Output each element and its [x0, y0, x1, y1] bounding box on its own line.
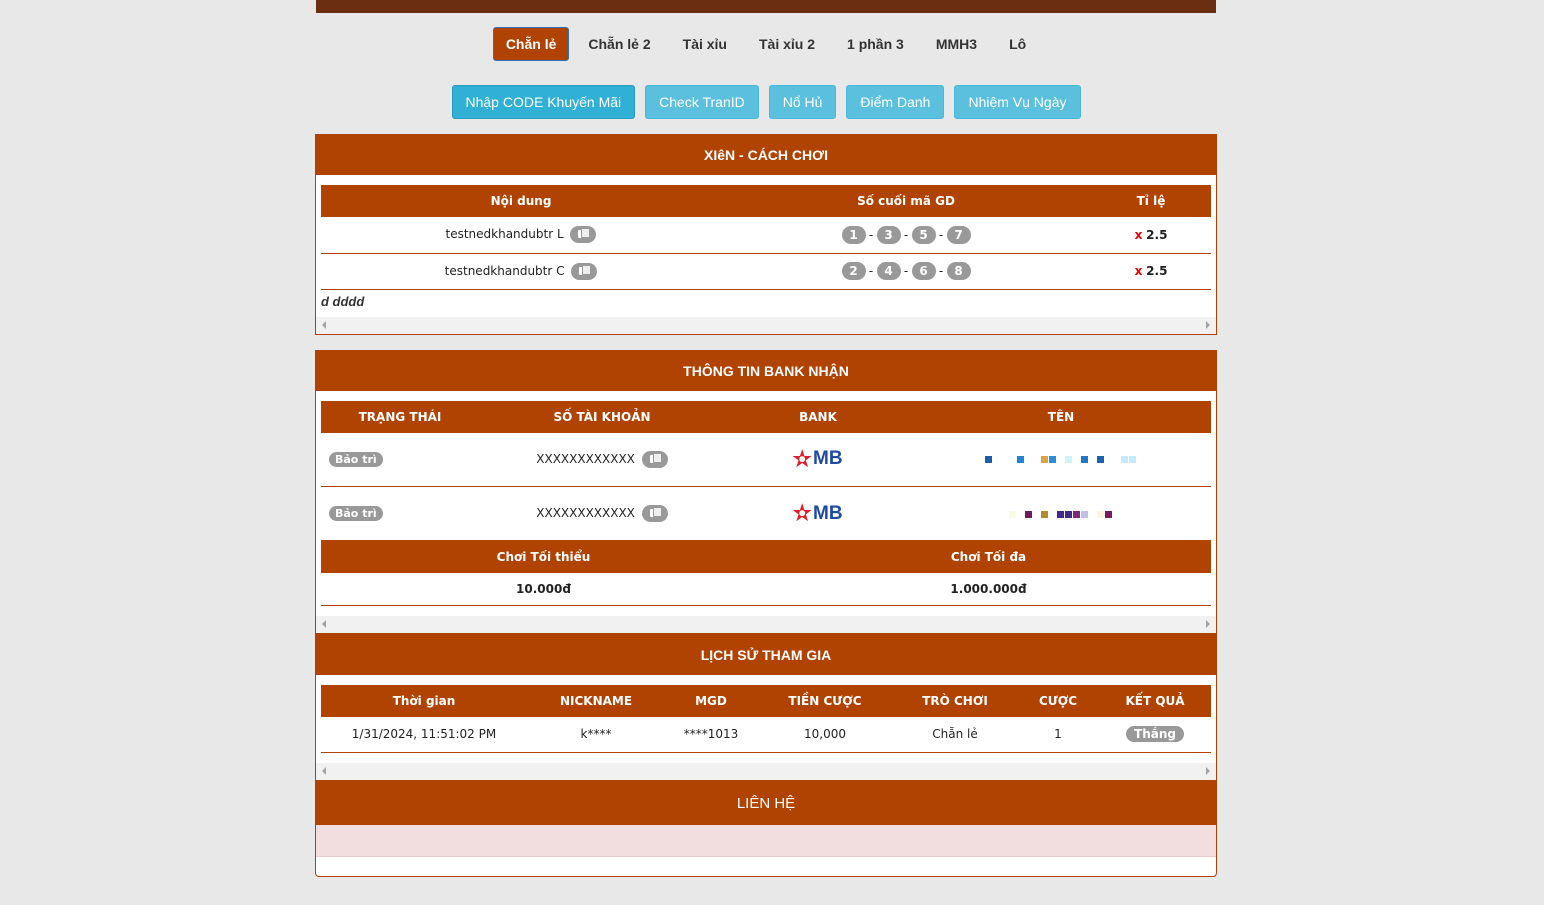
history-time: 1/31/2024, 11:51:02 PM: [321, 716, 527, 753]
check-tranid-button[interactable]: Check TranID: [645, 85, 759, 119]
xien-title: XIêN - CÁCH CHƠI: [316, 135, 1216, 175]
account-number: XXXXXXXXXXXX: [536, 506, 635, 520]
contact-title: LIÊN HỆ: [316, 782, 1216, 825]
xien-note: d dddd: [321, 293, 365, 309]
digit-ball: 5: [911, 225, 936, 244]
table-row: testnedkhandubtr C 2-4-6-8 x 2.5: [321, 253, 1211, 290]
rate-value: 2.5: [1146, 227, 1168, 242]
table-row: Bảo trì XXXXXXXXXXXX ✫ MB: [321, 432, 1211, 487]
digit-ball: 7: [946, 225, 971, 244]
xien-panel: XIêN - CÁCH CHƠI Nội dung Số cuối mã GD …: [315, 134, 1217, 335]
header-amount: TIỀN CƯỢC: [757, 684, 893, 717]
header-bank: BANK: [725, 400, 911, 433]
history-amount: 10,000: [757, 716, 893, 753]
digit-ball: 8: [946, 262, 971, 280]
history-panel: LỊCH SỬ THAM GIA Thời gian NICKNAME MGD …: [315, 633, 1217, 781]
tab-mmh3[interactable]: MMH3: [923, 27, 990, 61]
jackpot-button[interactable]: Nổ Hủ: [768, 85, 837, 119]
multiply-sign: x: [1134, 227, 1143, 242]
header-mgd: MGD: [665, 684, 757, 717]
min-bet-value: 10.000đ: [321, 573, 766, 606]
status-badge: Bảo trì: [329, 451, 383, 467]
max-bet-value: 1.000.000đ: [766, 573, 1211, 606]
tab-chan-le-2[interactable]: Chẵn lẻ 2: [575, 27, 663, 61]
horizontal-scrollbar[interactable]: [316, 316, 1216, 334]
tab-tai-xiu[interactable]: Tài xỉu: [670, 27, 740, 61]
result-badge: Thắng: [1126, 726, 1184, 743]
digit-ball: 3: [876, 225, 901, 244]
table-row: 1/31/2024, 11:51:02 PM k**** ****1013 10…: [321, 716, 1211, 753]
mb-bank-logo: ✫ MB: [793, 447, 843, 471]
status-badge: Bảo trì: [329, 506, 383, 521]
header-rate: Tỉ lệ: [1091, 185, 1211, 217]
top-bar: [316, 0, 1216, 13]
table-row: testnedkhandubtr L 1-3-5-7 x 2.5: [321, 217, 1211, 254]
header-max-bet: Chơi Tối đa: [766, 541, 1211, 573]
contact-alert: [316, 825, 1216, 857]
table-row: Bảo trì XXXXXXXXXXXX ✫ MB: [321, 486, 1211, 541]
tab-chan-le[interactable]: Chẵn lẻ: [492, 27, 570, 61]
bank-title: THÔNG TIN BANK NHẬN: [316, 350, 1216, 391]
history-table: Thời gian NICKNAME MGD TIỀN CƯỢC TRÒ CHƠ…: [321, 684, 1211, 753]
header-content: Nội dung: [321, 185, 721, 217]
masked-name-image: [1009, 507, 1113, 521]
account-number: XXXXXXXXXXXX: [536, 451, 635, 466]
table-row: 10.000đ 1.000.000đ: [321, 573, 1211, 606]
header-game: TRÒ CHƠI: [893, 684, 1017, 717]
header-bet: CƯỢC: [1017, 684, 1099, 717]
masked-name-image: [985, 452, 1137, 466]
bank-panel: THÔNG TIN BANK NHẬN TRẠNG THÁI SỐ TÀI KH…: [315, 349, 1217, 634]
digit-ball: 1: [841, 225, 866, 244]
history-bet: 1: [1017, 716, 1099, 753]
copy-icon[interactable]: [641, 450, 668, 468]
header-account: SỐ TÀI KHOẢN: [479, 400, 725, 433]
header-status: TRẠNG THÁI: [321, 400, 479, 433]
daily-mission-button[interactable]: Nhiệm Vụ Ngày: [954, 85, 1081, 119]
bank-table: TRẠNG THÁI SỐ TÀI KHOẢN BANK TÊN Bảo trì…: [321, 400, 1211, 541]
copy-icon[interactable]: [641, 505, 668, 522]
rate-value: 2.5: [1146, 264, 1168, 278]
game-tabs: Chẵn lẻ Chẵn lẻ 2 Tài xỉu Tài xỉu 2 1 ph…: [315, 27, 1217, 61]
xien-content: testnedkhandubtr L: [445, 227, 564, 242]
header-min-bet: Chơi Tối thiểu: [321, 541, 766, 573]
contact-panel: LIÊN HỆ: [315, 781, 1217, 877]
horizontal-scrollbar[interactable]: [316, 763, 1216, 780]
multiply-sign: x: [1134, 264, 1143, 278]
tab-lo[interactable]: Lô: [996, 27, 1039, 61]
header-result: KẾT QUẢ: [1099, 684, 1211, 717]
header-name: TÊN: [911, 400, 1211, 433]
tab-1-phan-3[interactable]: 1 phần 3: [834, 27, 917, 61]
horizontal-scrollbar[interactable]: [316, 615, 1216, 633]
history-nickname: k****: [527, 716, 665, 753]
copy-icon[interactable]: [571, 262, 598, 280]
digit-ball: 2: [841, 262, 866, 280]
history-game: Chẵn lẻ: [893, 716, 1017, 753]
header-digits: Số cuối mã GD: [721, 185, 1091, 217]
promo-code-button[interactable]: Nhập CODE Khuyến Mãi: [451, 85, 636, 119]
header-nickname: NICKNAME: [527, 684, 665, 717]
checkin-button[interactable]: Điểm Danh: [846, 85, 945, 119]
xien-table: Nội dung Số cuối mã GD Tỉ lệ testnedkhan…: [321, 185, 1211, 290]
history-mgd: ****1013: [665, 716, 757, 753]
mb-bank-logo: ✫ MB: [793, 502, 843, 525]
history-title: LỊCH SỬ THAM GIA: [316, 634, 1216, 675]
action-buttons: Nhập CODE Khuyến Mãi Check TranID Nổ Hủ …: [315, 85, 1217, 119]
header-time: Thời gian: [321, 684, 527, 717]
copy-icon[interactable]: [570, 226, 597, 244]
digit-ball: 6: [911, 262, 936, 280]
tab-tai-xiu-2[interactable]: Tài xỉu 2: [746, 27, 828, 61]
digit-ball: 4: [876, 262, 901, 280]
limits-table: Chơi Tối thiểu Chơi Tối đa 10.000đ 1.000…: [321, 541, 1211, 606]
main-container: Chẵn lẻ Chẵn lẻ 2 Tài xỉu Tài xỉu 2 1 ph…: [315, 0, 1217, 877]
xien-content: testnedkhandubtr C: [444, 263, 565, 278]
